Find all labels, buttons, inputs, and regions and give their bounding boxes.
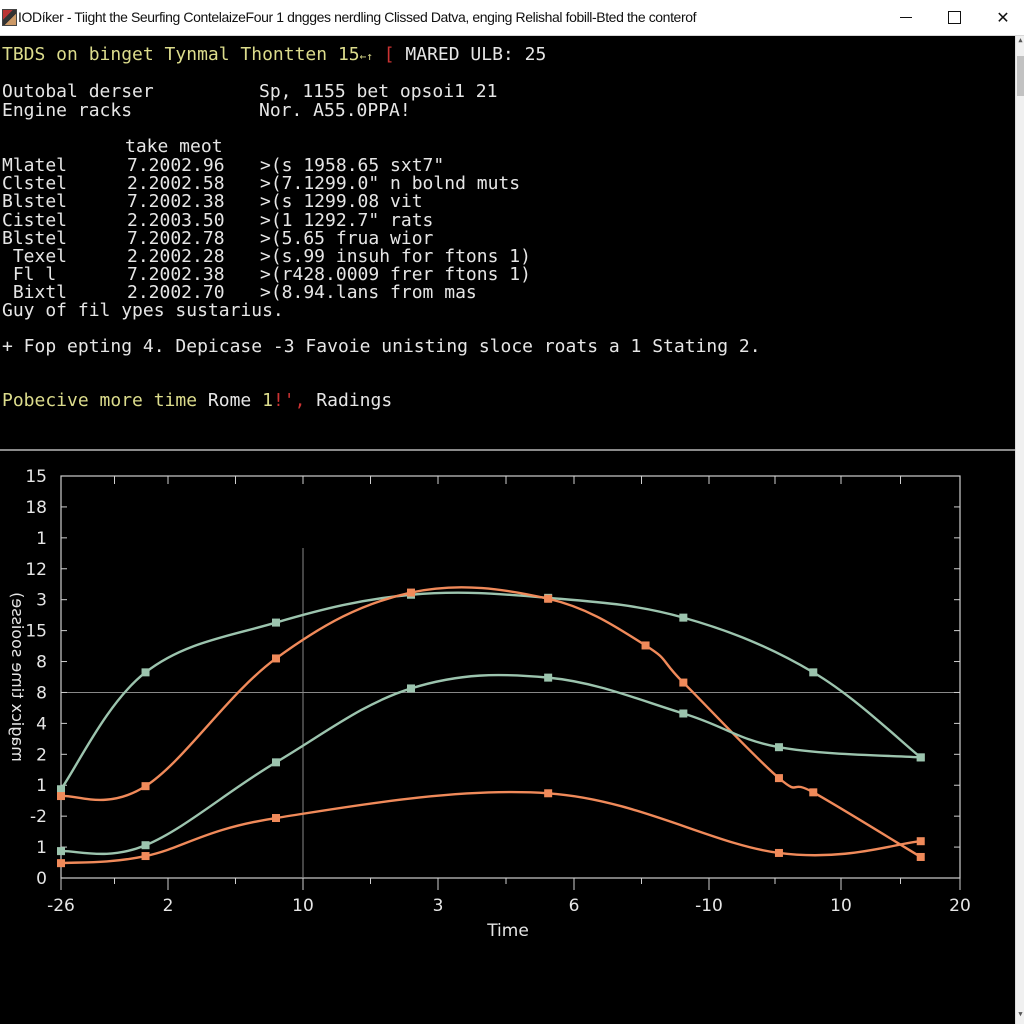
x-tick-label: 20: [949, 896, 971, 916]
x-tick-label: -10: [695, 896, 723, 916]
y-tick-label: 4: [36, 714, 47, 734]
data-point-orange-lower: [57, 859, 65, 868]
series-line-orange-upper: [60, 586, 922, 859]
data-point-orange-lower: [544, 789, 553, 798]
data-point-orange-upper: [57, 792, 65, 801]
data-point-green-lower: [916, 753, 925, 762]
data-point-orange-upper: [774, 774, 783, 783]
y-axis-label: magicx time sooisse): [8, 592, 27, 762]
data-point-green-lower: [272, 758, 280, 767]
x-tick-label: 3: [433, 896, 444, 916]
x-tick-label: 2: [163, 896, 174, 916]
y-tick-label: 1: [36, 776, 47, 796]
y-tick-label: 12: [25, 560, 47, 580]
data-point-orange-upper: [679, 678, 688, 687]
data-point-orange-upper: [407, 588, 415, 597]
series-line-green-upper: [60, 591, 922, 790]
x-tick-label: 6: [569, 896, 580, 916]
data-point-green-lower: [679, 709, 688, 718]
scroll-down-icon[interactable]: ▼: [1016, 1010, 1024, 1024]
y-tick-label: 18: [25, 498, 47, 518]
data-point-orange-upper: [272, 654, 280, 663]
y-tick-label: 8: [36, 653, 47, 673]
data-point-green-upper: [141, 668, 150, 677]
data-point-green-upper: [679, 613, 688, 622]
y-tick-label: 2: [36, 745, 47, 765]
x-tick-label: 10: [830, 896, 852, 916]
y-tick-label: 8: [36, 683, 47, 703]
data-point-green-lower: [774, 743, 783, 752]
series-line-green-lower: [60, 673, 921, 856]
y-tick-label: 1: [36, 529, 47, 549]
y-tick-label: 0: [36, 869, 47, 889]
y-tick-label: 3: [36, 591, 47, 611]
line-chart: 01-2124881531211815-26 2 10 3 6 -10 10 20 Time …: [8, 467, 971, 941]
data-point-orange-upper: [809, 788, 818, 797]
data-point-green-upper: [272, 618, 280, 627]
y-tick-label: 1: [36, 838, 47, 858]
data-point-orange-upper: [544, 594, 553, 603]
data-point-green-lower: [407, 684, 415, 693]
scroll-thumb[interactable]: [1017, 56, 1024, 96]
data-point-orange-lower: [141, 852, 150, 861]
y-tick-label: 15: [25, 622, 47, 642]
scroll-up-icon[interactable]: ▲: [1016, 36, 1024, 50]
y-tick-label: -2: [30, 807, 47, 827]
data-point-orange-upper: [141, 782, 150, 791]
data-point-green-lower: [57, 847, 65, 856]
x-tick-label: 10: [292, 896, 314, 916]
data-point-green-lower: [141, 841, 150, 850]
series-line-orange-lower: [60, 790, 921, 865]
data-point-green-lower: [544, 673, 553, 682]
y-tick-label: 15: [25, 467, 47, 487]
data-point-orange-lower: [916, 837, 925, 846]
data-point-orange-lower: [272, 814, 280, 823]
data-point-green-upper: [57, 785, 65, 794]
vertical-scrollbar[interactable]: ▲ ▼: [1015, 36, 1024, 1024]
data-point-green-upper: [809, 668, 818, 677]
x-tick-label: -26: [47, 896, 75, 916]
x-axis-label: Time: [486, 921, 529, 941]
data-point-orange-upper: [916, 852, 925, 861]
data-point-orange-upper: [641, 641, 650, 650]
data-point-orange-lower: [774, 848, 783, 857]
